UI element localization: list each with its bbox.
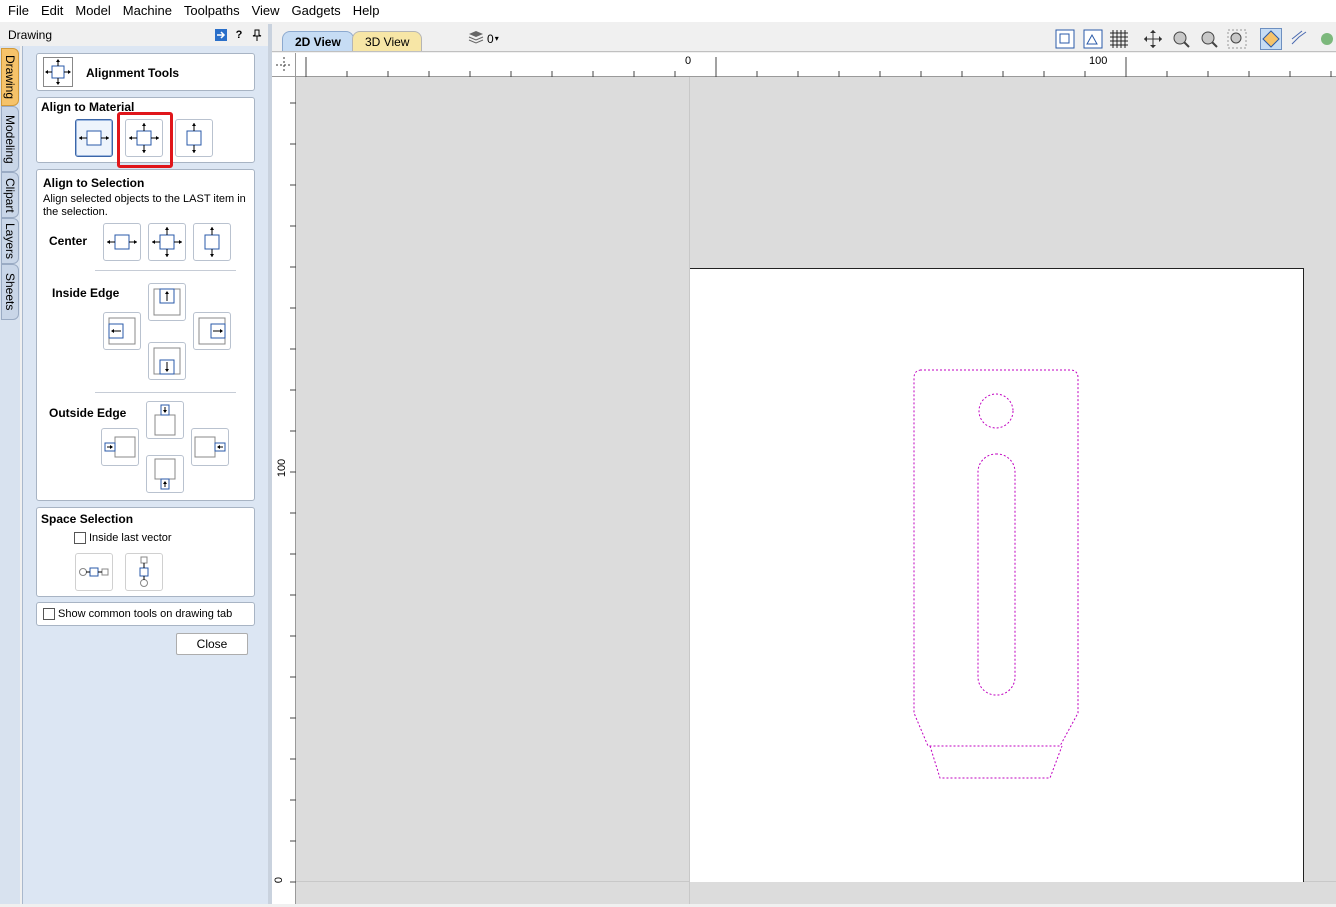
panel-header: Drawing ?	[0, 24, 268, 46]
zoom-in-icon[interactable]	[1170, 28, 1192, 50]
tab-drawing-label: Drawing	[3, 54, 17, 99]
divider	[95, 392, 236, 393]
layer-stack-icon	[468, 30, 484, 47]
menu-toolpaths[interactable]: Toolpaths	[178, 3, 246, 19]
align-material-box: Align to Material	[36, 97, 255, 168]
align-material-heading: Align to Material	[41, 100, 135, 114]
menu-file[interactable]: File	[2, 3, 35, 19]
outside-bottom-button[interactable]	[146, 455, 184, 493]
center-material-horizontal-button[interactable]	[75, 119, 113, 157]
holder-base-vector[interactable]	[929, 745, 1063, 779]
slot-vector[interactable]	[977, 453, 1016, 696]
inside-right-button[interactable]	[193, 312, 231, 350]
inside-bottom-button[interactable]	[148, 342, 186, 380]
checkbox-box[interactable]	[74, 532, 86, 544]
material-view-icon[interactable]	[1082, 28, 1104, 50]
align-selection-box: Align to Selection Align selected object…	[36, 169, 255, 501]
center-material-both-button[interactable]	[125, 119, 163, 157]
hole-vector[interactable]	[978, 393, 1014, 429]
tab-layers-label: Layers	[3, 222, 17, 260]
space-selection-box: Space Selection Inside last vector	[36, 507, 255, 597]
grid-icon[interactable]	[1108, 28, 1130, 50]
menu-model[interactable]: Model	[69, 3, 116, 19]
show-common-box: Show common tools on drawing tab	[36, 602, 255, 626]
center-selection-horizontal-button[interactable]	[103, 223, 141, 261]
layer-selector[interactable]: 0 ▾	[468, 30, 499, 47]
panel-title: Drawing	[8, 28, 53, 42]
align-selection-description: Align selected objects to the LAST item …	[43, 193, 246, 218]
more-tools-icon[interactable]	[1316, 28, 1336, 50]
vector-drawing	[913, 369, 1079, 779]
menu-edit[interactable]: Edit	[35, 3, 69, 19]
zoom-selection-icon[interactable]	[1226, 28, 1248, 50]
show-common-tools-label: Show common tools on drawing tab	[58, 608, 233, 620]
alignment-title-box: Alignment Tools	[36, 53, 255, 91]
help-icon[interactable]: ?	[232, 28, 246, 42]
tab-clipart-label: Clipart	[3, 177, 17, 213]
outside-edge-label: Outside Edge	[49, 406, 127, 420]
inside-last-vector-label: Inside last vector	[89, 532, 172, 544]
menu-view[interactable]: View	[246, 3, 286, 19]
node-edit-icon[interactable]	[1288, 28, 1310, 50]
alignment-panel: Alignment Tools Align to Material Align …	[22, 46, 268, 904]
show-common-tools-checkbox[interactable]: Show common tools on drawing tab	[43, 608, 232, 620]
zoom-box-icon[interactable]	[1198, 28, 1220, 50]
inside-left-button[interactable]	[103, 312, 141, 350]
center-label: Center	[49, 234, 88, 248]
side-tab-strip: Drawing Modeling Clipart Layers Sheets	[0, 46, 20, 904]
pin-icon[interactable]	[250, 28, 264, 42]
tab-layers[interactable]: Layers	[1, 218, 19, 264]
tab-sheets-label: Sheets	[3, 273, 17, 311]
tab-3d-view[interactable]: 3D View	[352, 31, 423, 51]
holder-outline-vector[interactable]	[913, 369, 1079, 747]
center-material-vertical-button[interactable]	[175, 119, 213, 157]
menu-help[interactable]: Help	[347, 3, 386, 19]
center-selection-vertical-button[interactable]	[193, 223, 231, 261]
center-selection-both-button[interactable]	[148, 223, 186, 261]
close-button[interactable]: Close	[176, 633, 248, 655]
align-selection-heading: Align to Selection	[43, 176, 145, 190]
tab-2d-view[interactable]: 2D View	[282, 31, 354, 51]
layer-value: 0	[487, 31, 494, 46]
outside-right-button[interactable]	[191, 428, 229, 466]
space-horizontal-button[interactable]	[75, 553, 113, 591]
menu-bar: File Edit Model Machine Toolpaths View G…	[0, 0, 1336, 22]
inside-last-vector-checkbox[interactable]: Inside last vector	[74, 532, 172, 544]
select-tool-icon[interactable]	[1260, 28, 1282, 50]
tab-sheets[interactable]: Sheets	[1, 264, 19, 320]
pan-icon[interactable]	[1142, 28, 1164, 50]
divider	[95, 270, 236, 271]
zoom-extents-icon[interactable]	[1054, 28, 1076, 50]
tab-drawing[interactable]: Drawing	[1, 48, 19, 106]
checkbox-box[interactable]	[43, 608, 55, 620]
tab-modeling[interactable]: Modeling	[1, 106, 19, 172]
menu-gadgets[interactable]: Gadgets	[286, 3, 347, 19]
tab-clipart[interactable]: Clipart	[1, 172, 19, 218]
tab-modeling-label: Modeling	[3, 114, 17, 164]
view-tab-bar: 2D View 3D View 0 ▾	[272, 24, 1336, 52]
outside-left-button[interactable]	[101, 428, 139, 466]
dock-arrow-icon[interactable]	[214, 28, 228, 42]
menu-machine[interactable]: Machine	[117, 3, 178, 19]
drawing-canvas[interactable]: 0 100 100 0	[272, 53, 1336, 904]
space-selection-heading: Space Selection	[41, 512, 134, 526]
alignment-tools-icon	[43, 57, 73, 90]
inside-top-button[interactable]	[148, 283, 186, 321]
inside-edge-label: Inside Edge	[52, 286, 120, 300]
outside-top-button[interactable]	[146, 401, 184, 439]
alignment-tools-title: Alignment Tools	[86, 66, 180, 80]
space-vertical-button[interactable]	[125, 553, 163, 591]
chevron-down-icon: ▾	[494, 34, 499, 43]
